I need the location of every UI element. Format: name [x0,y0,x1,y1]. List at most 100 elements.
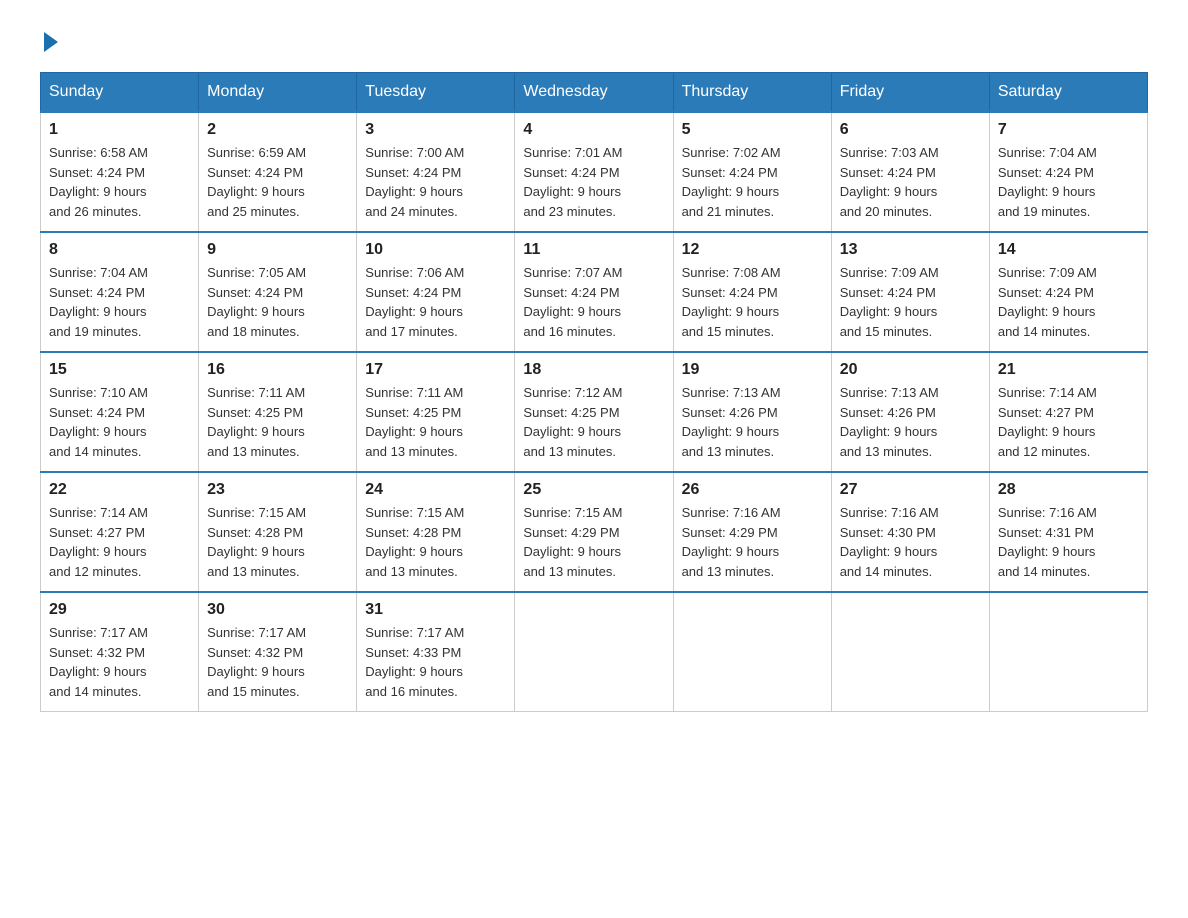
calendar-day-cell: 5Sunrise: 7:02 AMSunset: 4:24 PMDaylight… [673,112,831,232]
calendar-day-cell: 4 Sunrise: 7:01 AMSunset: 4:24 PMDaylight… [515,112,673,232]
day-number: 23 [207,481,348,499]
day-number: 30 [207,601,348,619]
logo-arrow-icon [44,32,58,52]
day-number: 7 [998,121,1139,139]
calendar-day-cell: 18Sunrise: 7:12 AMSunset: 4:25 PMDayligh… [515,352,673,472]
calendar-col-header-tuesday: Tuesday [357,73,515,113]
day-number: 17 [365,361,506,379]
calendar-day-cell: 27 Sunrise: 7:16 AMSunset: 4:30 PMDayligh… [831,472,989,592]
day-info: Sunrise: 7:12 AMSunset: 4:25 PMDaylight:… [523,383,664,461]
day-info: Sunrise: 7:03 AMSunset: 4:24 PMDaylight:… [840,143,981,221]
calendar-col-header-monday: Monday [199,73,357,113]
day-info: Sunrise: 7:14 AMSunset: 4:27 PMDaylight:… [49,503,190,581]
calendar-day-cell: 12 Sunrise: 7:08 AMSunset: 4:24 PMDayligh… [673,232,831,352]
day-info: Sunrise: 7:15 AMSunset: 4:28 PMDaylight:… [207,503,348,581]
day-number: 19 [682,361,823,379]
page-header [40,30,1148,52]
calendar-col-header-friday: Friday [831,73,989,113]
day-info: Sunrise: 7:08 AMSunset: 4:24 PMDaylight:… [682,263,823,341]
day-info: Sunrise: 7:01 AMSunset: 4:24 PMDaylight:… [523,143,664,221]
day-info: Sunrise: 7:13 AMSunset: 4:26 PMDaylight:… [682,383,823,461]
day-number: 24 [365,481,506,499]
calendar-day-cell: 31 Sunrise: 7:17 AMSunset: 4:33 PMDayligh… [357,592,515,712]
calendar-day-cell: 16Sunrise: 7:11 AMSunset: 4:25 PMDayligh… [199,352,357,472]
calendar-day-cell: 7 Sunrise: 7:04 AMSunset: 4:24 PMDaylight… [989,112,1147,232]
day-number: 20 [840,361,981,379]
day-number: 26 [682,481,823,499]
day-number: 28 [998,481,1139,499]
day-number: 11 [523,241,664,259]
calendar-week-row: 22 Sunrise: 7:14 AMSunset: 4:27 PMDayligh… [41,472,1148,592]
calendar-day-cell [673,592,831,712]
calendar-day-cell [515,592,673,712]
day-info: Sunrise: 7:17 AMSunset: 4:33 PMDaylight:… [365,623,506,701]
calendar-col-header-saturday: Saturday [989,73,1147,113]
calendar-day-cell: 21 Sunrise: 7:14 AMSunset: 4:27 PMDayligh… [989,352,1147,472]
day-info: Sunrise: 7:17 AMSunset: 4:32 PMDaylight:… [49,623,190,701]
calendar-week-row: 1 Sunrise: 6:58 AMSunset: 4:24 PMDaylight… [41,112,1148,232]
calendar-day-cell: 19 Sunrise: 7:13 AMSunset: 4:26 PMDayligh… [673,352,831,472]
day-info: Sunrise: 7:06 AMSunset: 4:24 PMDaylight:… [365,263,506,341]
day-info: Sunrise: 6:58 AMSunset: 4:24 PMDaylight:… [49,143,190,221]
day-info: Sunrise: 7:04 AMSunset: 4:24 PMDaylight:… [49,263,190,341]
calendar-day-cell: 13 Sunrise: 7:09 AMSunset: 4:24 PMDayligh… [831,232,989,352]
day-number: 10 [365,241,506,259]
calendar-day-cell: 24 Sunrise: 7:15 AMSunset: 4:28 PMDayligh… [357,472,515,592]
day-info: Sunrise: 7:09 AMSunset: 4:24 PMDaylight:… [840,263,981,341]
day-number: 14 [998,241,1139,259]
day-info: Sunrise: 7:14 AMSunset: 4:27 PMDaylight:… [998,383,1139,461]
day-number: 29 [49,601,190,619]
calendar-day-cell: 6 Sunrise: 7:03 AMSunset: 4:24 PMDaylight… [831,112,989,232]
calendar-col-header-sunday: Sunday [41,73,199,113]
day-number: 6 [840,121,981,139]
day-info: Sunrise: 7:16 AMSunset: 4:31 PMDaylight:… [998,503,1139,581]
day-number: 31 [365,601,506,619]
calendar-day-cell: 29 Sunrise: 7:17 AMSunset: 4:32 PMDayligh… [41,592,199,712]
calendar-col-header-wednesday: Wednesday [515,73,673,113]
calendar-day-cell: 22 Sunrise: 7:14 AMSunset: 4:27 PMDayligh… [41,472,199,592]
calendar-day-cell: 25Sunrise: 7:15 AMSunset: 4:29 PMDayligh… [515,472,673,592]
calendar-day-cell: 2Sunrise: 6:59 AMSunset: 4:24 PMDaylight… [199,112,357,232]
day-number: 9 [207,241,348,259]
calendar-day-cell [989,592,1147,712]
calendar-day-cell: 20 Sunrise: 7:13 AMSunset: 4:26 PMDayligh… [831,352,989,472]
calendar-day-cell: 26 Sunrise: 7:16 AMSunset: 4:29 PMDayligh… [673,472,831,592]
day-info: Sunrise: 7:16 AMSunset: 4:29 PMDaylight:… [682,503,823,581]
day-info: Sunrise: 7:11 AMSunset: 4:25 PMDaylight:… [365,383,506,461]
day-number: 16 [207,361,348,379]
calendar-day-cell: 17 Sunrise: 7:11 AMSunset: 4:25 PMDayligh… [357,352,515,472]
day-number: 2 [207,121,348,139]
day-info: Sunrise: 7:09 AMSunset: 4:24 PMDaylight:… [998,263,1139,341]
day-info: Sunrise: 7:15 AMSunset: 4:28 PMDaylight:… [365,503,506,581]
day-info: Sunrise: 7:04 AMSunset: 4:24 PMDaylight:… [998,143,1139,221]
calendar-week-row: 8Sunrise: 7:04 AMSunset: 4:24 PMDaylight… [41,232,1148,352]
day-info: Sunrise: 7:07 AMSunset: 4:24 PMDaylight:… [523,263,664,341]
day-info: Sunrise: 7:02 AMSunset: 4:24 PMDaylight:… [682,143,823,221]
calendar-header-row: SundayMondayTuesdayWednesdayThursdayFrid… [41,73,1148,113]
day-info: Sunrise: 7:05 AMSunset: 4:24 PMDaylight:… [207,263,348,341]
calendar-day-cell: 14 Sunrise: 7:09 AMSunset: 4:24 PMDayligh… [989,232,1147,352]
calendar-day-cell: 3 Sunrise: 7:00 AMSunset: 4:24 PMDaylight… [357,112,515,232]
day-info: Sunrise: 7:16 AMSunset: 4:30 PMDaylight:… [840,503,981,581]
logo [40,30,58,52]
day-number: 13 [840,241,981,259]
day-info: Sunrise: 7:15 AMSunset: 4:29 PMDaylight:… [523,503,664,581]
calendar-day-cell: 28 Sunrise: 7:16 AMSunset: 4:31 PMDayligh… [989,472,1147,592]
calendar-day-cell: 15Sunrise: 7:10 AMSunset: 4:24 PMDayligh… [41,352,199,472]
calendar-table: SundayMondayTuesdayWednesdayThursdayFrid… [40,72,1148,712]
day-number: 3 [365,121,506,139]
day-number: 12 [682,241,823,259]
calendar-day-cell: 23 Sunrise: 7:15 AMSunset: 4:28 PMDayligh… [199,472,357,592]
calendar-day-cell: 30Sunrise: 7:17 AMSunset: 4:32 PMDayligh… [199,592,357,712]
day-info: Sunrise: 7:00 AMSunset: 4:24 PMDaylight:… [365,143,506,221]
calendar-day-cell: 8Sunrise: 7:04 AMSunset: 4:24 PMDaylight… [41,232,199,352]
day-number: 21 [998,361,1139,379]
day-number: 22 [49,481,190,499]
day-info: Sunrise: 7:10 AMSunset: 4:24 PMDaylight:… [49,383,190,461]
day-info: Sunrise: 7:13 AMSunset: 4:26 PMDaylight:… [840,383,981,461]
day-number: 4 [523,121,664,139]
calendar-week-row: 15Sunrise: 7:10 AMSunset: 4:24 PMDayligh… [41,352,1148,472]
calendar-day-cell [831,592,989,712]
day-number: 27 [840,481,981,499]
day-number: 1 [49,121,190,139]
